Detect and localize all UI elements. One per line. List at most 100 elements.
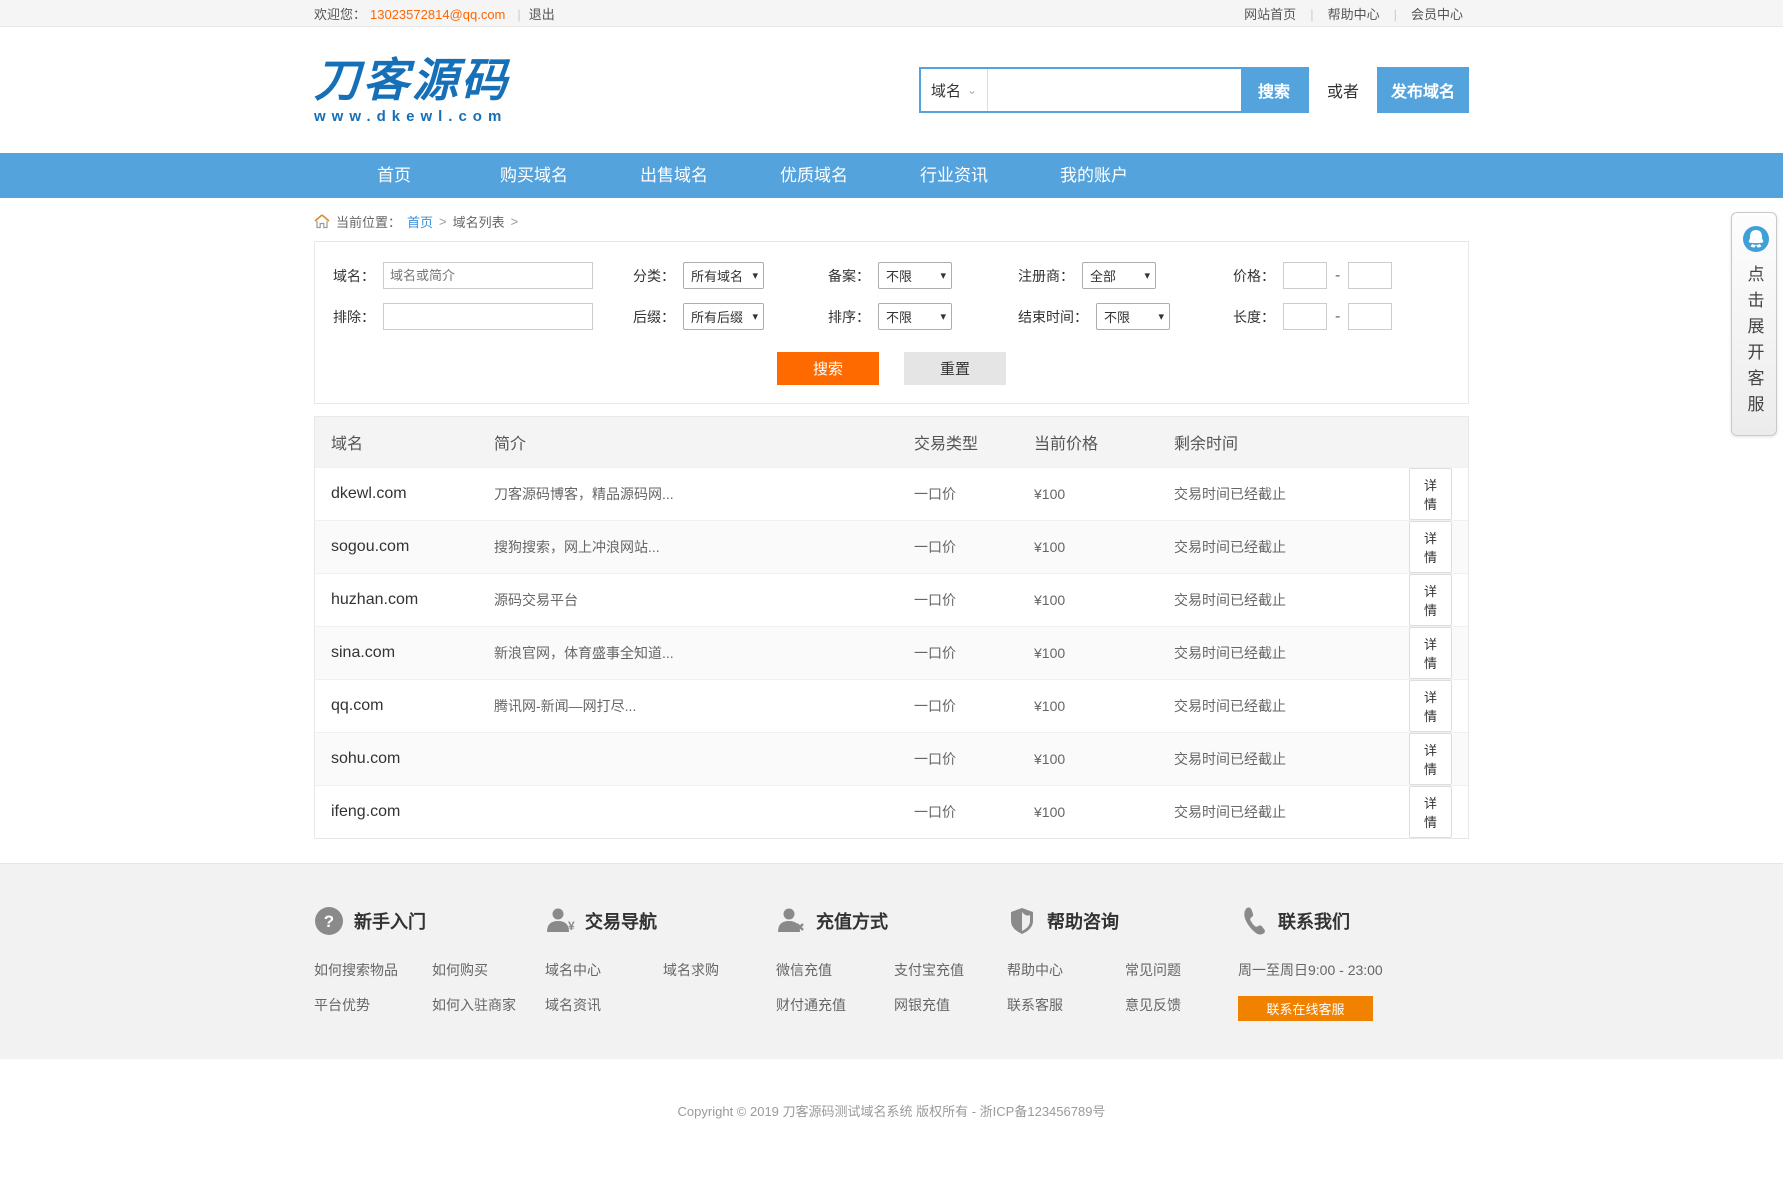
table-row: sohu.com 一口价 ¥100 交易时间已经截止 详情 [315,732,1468,785]
filter-price-min-input[interactable] [1283,262,1327,289]
footer-col-beginner: ? 新手入门 如何搜索物品 如何购买 平台优势 如何入驻商家 [314,906,545,1021]
filter-record-select[interactable]: 不限 [878,262,952,289]
footer-link[interactable]: 如何入驻商家 [432,995,545,1015]
copyright: Copyright © 2019 刀客源码测试域名系统 版权所有 - 浙ICP备… [0,1059,1783,1180]
detail-button[interactable]: 详情 [1409,733,1452,785]
filter-length-label: 长度： [1233,307,1275,327]
nav-item-sell-domain[interactable]: 出售域名 [604,153,744,198]
type-cell: 一口价 [914,537,1034,557]
phone-icon [1238,906,1268,936]
footer-link[interactable]: 如何搜索物品 [314,960,432,980]
detail-button[interactable]: 详情 [1409,680,1452,732]
contact-online-service-button[interactable]: 联系在线客服 [1238,996,1373,1021]
nav-item-buy-domain[interactable]: 购买域名 [464,153,604,198]
filter-search-button[interactable]: 搜索 [777,352,879,385]
filter-domain-input[interactable] [383,262,593,289]
detail-button[interactable]: 详情 [1409,786,1452,838]
search-category-select[interactable]: 域名 ⌄ [921,69,988,111]
type-cell: 一口价 [914,643,1034,663]
col-header-domain: 域名 [331,430,494,454]
header-search-input[interactable] [988,69,1241,111]
filter-category-select[interactable]: 所有域名 [683,262,764,289]
domain-cell: huzhan.com [331,591,494,609]
time-cell: 交易时间已经截止 [1174,643,1409,663]
topbar-link-help[interactable]: 帮助中心 [1328,7,1380,22]
filter-panel: 域名： 分类： 所有域名 备案： 不限 注册商： 全部 价格： - 排除： 后缀… [314,241,1469,404]
detail-button[interactable]: 详情 [1409,574,1452,626]
footer-link[interactable]: 域名中心 [545,960,663,980]
shield-icon [1007,906,1037,936]
filter-category-label: 分类： [633,266,675,286]
filter-length-max-input[interactable] [1348,303,1392,330]
topbar-link-member[interactable]: 会员中心 [1411,7,1463,22]
time-cell: 交易时间已经截止 [1174,802,1409,822]
footer-link[interactable]: 域名资讯 [545,995,663,1015]
nav-item-premium-domain[interactable]: 优质域名 [744,153,884,198]
footer-link[interactable]: 意见反馈 [1125,995,1238,1015]
publish-domain-button[interactable]: 发布域名 [1377,67,1469,113]
detail-button[interactable]: 详情 [1409,468,1452,520]
topbar: 欢迎您：13023572814@qq.com|退出 网站首页|帮助中心|会员中心 [0,0,1783,27]
header-search-box: 域名 ⌄ 搜索 [919,67,1309,113]
nav-item-my-account[interactable]: 我的账户 [1024,153,1164,198]
nav-item-home[interactable]: 首页 [324,153,464,198]
footer-col-title: 新手入门 [354,908,426,934]
user-email-link[interactable]: 13023572814@qq.com [370,7,505,22]
time-cell: 交易时间已经截止 [1174,590,1409,610]
price-cell: ¥100 [1034,804,1174,820]
price-cell: ¥100 [1034,698,1174,714]
footer-col-contact: 联系我们 周一至周日9:00 - 23:00 联系在线客服 [1238,906,1469,1021]
filter-suffix-select[interactable]: 所有后缀 [683,303,764,330]
welcome-area: 欢迎您：13023572814@qq.com|退出 [314,4,555,23]
filter-length-min-input[interactable] [1283,303,1327,330]
svg-text:¥: ¥ [568,919,575,933]
footer-link[interactable]: 联系客服 [1007,995,1125,1015]
type-cell: 一口价 [914,590,1034,610]
breadcrumb-separator: > [439,214,447,229]
logo-subtitle: www.dkewl.com [314,108,510,125]
desc-cell: 新浪官网，体育盛事全知道... [494,643,914,663]
footer-link[interactable]: 平台优势 [314,995,432,1015]
footer-col-recharge: 充值方式 微信充值 支付宝充值 财付通充值 网银充值 [776,906,1007,1021]
topbar-link-home[interactable]: 网站首页 [1244,7,1296,22]
logout-link[interactable]: 退出 [529,7,555,22]
filter-reset-button[interactable]: 重置 [904,352,1006,385]
header-search-button[interactable]: 搜索 [1241,69,1307,111]
footer-link[interactable]: 如何购买 [432,960,545,980]
site-logo[interactable]: 刀客源码 www.dkewl.com [314,55,510,125]
nav-item-industry-news[interactable]: 行业资讯 [884,153,1024,198]
recharge-person-icon [776,906,806,936]
footer-link[interactable]: 微信充值 [776,960,894,980]
filter-sort-value: 不限 [886,307,912,326]
welcome-label: 欢迎您： [314,7,366,22]
footer-link[interactable]: 常见问题 [1125,960,1238,980]
time-cell: 交易时间已经截止 [1174,749,1409,769]
type-cell: 一口价 [914,802,1034,822]
desc-cell: 腾讯网-新闻—网打尽... [494,696,914,716]
footer-link[interactable]: 财付通充值 [776,995,894,1015]
detail-button[interactable]: 详情 [1409,521,1452,573]
table-row: huzhan.com 源码交易平台 一口价 ¥100 交易时间已经截止 详情 [315,573,1468,626]
filter-endtime-select[interactable]: 不限 [1096,303,1170,330]
filter-exclude-input[interactable] [383,303,593,330]
footer-link[interactable]: 支付宝充值 [894,960,1007,980]
table-row: sogou.com 搜狗搜索，网上冲浪网站... 一口价 ¥100 交易时间已经… [315,520,1468,573]
filter-endtime-value: 不限 [1104,307,1130,326]
filter-price-max-input[interactable] [1348,262,1392,289]
main-nav: 首页 购买域名 出售域名 优质域名 行业资讯 我的账户 [0,153,1783,198]
breadcrumb-current: 域名列表 [453,212,505,231]
footer-link[interactable]: 网银充值 [894,995,1007,1015]
customer-service-tab[interactable]: 点击展开客服 [1731,212,1777,436]
filter-sort-select[interactable]: 不限 [878,303,952,330]
detail-button[interactable]: 详情 [1409,627,1452,679]
qq-service-icon [1736,221,1772,257]
type-cell: 一口价 [914,749,1034,769]
breadcrumb-home-link[interactable]: 首页 [407,212,433,231]
filter-registrar-select[interactable]: 全部 [1082,262,1156,289]
col-header-time: 剩余时间 [1174,430,1409,454]
service-tab-label: 点击展开客服 [1742,265,1767,421]
footer-link[interactable]: 域名求购 [663,960,776,980]
type-cell: 一口价 [914,484,1034,504]
footer-link[interactable]: 帮助中心 [1007,960,1125,980]
filter-suffix-value: 所有后缀 [691,307,743,326]
